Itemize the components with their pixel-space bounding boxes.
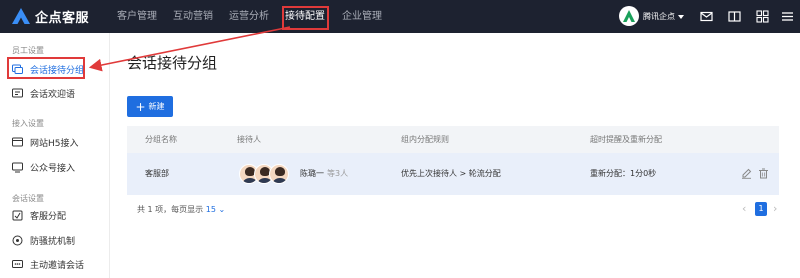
avatar	[269, 164, 289, 184]
logo-icon	[12, 8, 30, 24]
page-size-value: 15	[205, 205, 216, 214]
edit-icon[interactable]	[741, 168, 752, 179]
book-icon[interactable]	[728, 10, 741, 23]
chevron-down-icon[interactable]	[678, 15, 684, 19]
sidebar-item-label: 公众号接入	[30, 163, 76, 174]
sidebar-item-label: 会话欢迎语	[30, 89, 76, 100]
sidebar-item-welcome-message[interactable]: 会话欢迎语	[0, 83, 109, 103]
nav-highlight-box	[282, 6, 329, 30]
column-header-reception: 接待人	[237, 135, 261, 144]
rule-cell: 优先上次接待人 > 轮流分配	[401, 169, 501, 178]
sidebar-item-assignment[interactable]: 客服分配	[0, 205, 109, 225]
prev-page-button[interactable]: ‹	[742, 202, 746, 215]
anti-harassment-icon	[12, 235, 23, 245]
top-navigation-bar: 企点客服 客户管理 互动营销 运营分析 接待配置 企业管理 腾讯企点	[0, 0, 800, 33]
table-header: 分组名称 接待人 组内分配规则 超时提醒及重新分配	[127, 126, 779, 153]
sidebar-group-title: 接入设置	[12, 119, 44, 128]
mail-icon[interactable]	[700, 10, 713, 23]
group-table: 分组名称 接待人 组内分配规则 超时提醒及重新分配 客服部 陈璐一 等3人 优先上…	[127, 126, 779, 222]
reception-name: 陈璐一	[300, 169, 324, 178]
account-logo-icon	[623, 10, 635, 22]
sidebar-item-label: 防骚扰机制	[30, 236, 76, 247]
delete-icon[interactable]	[758, 168, 769, 179]
sidebar-highlight-box	[7, 57, 85, 79]
sidebar-item-official-account[interactable]: 公众号接入	[0, 157, 109, 177]
sidebar-item-label: 网站H5接入	[30, 138, 79, 149]
sidebar-item-label: 客服分配	[30, 211, 67, 222]
column-header-timeout: 超时提醒及重新分配	[590, 135, 662, 144]
reception-more: 等3人	[327, 169, 349, 178]
welcome-message-icon	[12, 88, 23, 97]
official-account-icon	[12, 162, 23, 172]
plus-icon: +	[135, 99, 146, 114]
chevron-down-icon: ⌄	[218, 205, 226, 214]
row-actions	[741, 168, 769, 179]
sidebar-item-anti-harassment[interactable]: 防骚扰机制	[0, 230, 109, 250]
sidebar-group-title: 会话设置	[12, 194, 44, 203]
reception-avatars	[239, 164, 289, 184]
app-name: 企点客服	[35, 10, 90, 26]
web-h5-icon	[12, 137, 23, 146]
group-name-cell: 客服部	[145, 169, 169, 178]
column-header-group-name: 分组名称	[145, 135, 177, 144]
app-logo[interactable]: 企点客服	[12, 6, 89, 26]
sidebar-item-invite-session[interactable]: 主动邀请会话	[0, 254, 109, 274]
next-page-button[interactable]: ›	[773, 202, 777, 215]
column-header-rule: 组内分配规则	[401, 135, 449, 144]
page-size-select[interactable]: 15 ⌄	[206, 205, 225, 214]
pagination-summary: 共 1 项，每页显示 15 ⌄	[137, 204, 225, 215]
pagination-summary-text: 共 1 项，每页显示	[137, 205, 204, 214]
nav-interactive-marketing[interactable]: 互动营销	[173, 0, 213, 33]
apps-grid-icon[interactable]	[756, 10, 769, 23]
account-avatar[interactable]	[619, 6, 639, 26]
sidebar-item-label: 主动邀请会话	[30, 260, 85, 271]
add-button-label: 新建	[148, 102, 165, 111]
sidebar-item-web-h5[interactable]: 网站H5接入	[0, 132, 109, 152]
page-number-button[interactable]: 1	[755, 202, 767, 216]
account-name[interactable]: 腾讯企点	[643, 0, 675, 33]
invite-session-icon	[12, 259, 23, 268]
reception-cell: 陈璐一 等3人	[300, 153, 348, 195]
nav-customer-management[interactable]: 客户管理	[117, 0, 157, 33]
nav-operation-analysis[interactable]: 运营分析	[229, 0, 269, 33]
nav-enterprise-management[interactable]: 企业管理	[342, 0, 382, 33]
timeout-cell: 重新分配：1分0秒	[590, 169, 657, 178]
assignment-icon	[12, 210, 23, 220]
table-row[interactable]: 客服部 陈璐一 等3人 优先上次接待人 > 轮流分配 重新分配：1分0秒	[127, 153, 779, 195]
page-title: 会话接待分组	[127, 54, 218, 72]
menu-icon[interactable]	[781, 10, 794, 23]
add-group-button[interactable]: + 新建	[127, 96, 173, 117]
sidebar-group-title: 员工设置	[12, 46, 44, 55]
